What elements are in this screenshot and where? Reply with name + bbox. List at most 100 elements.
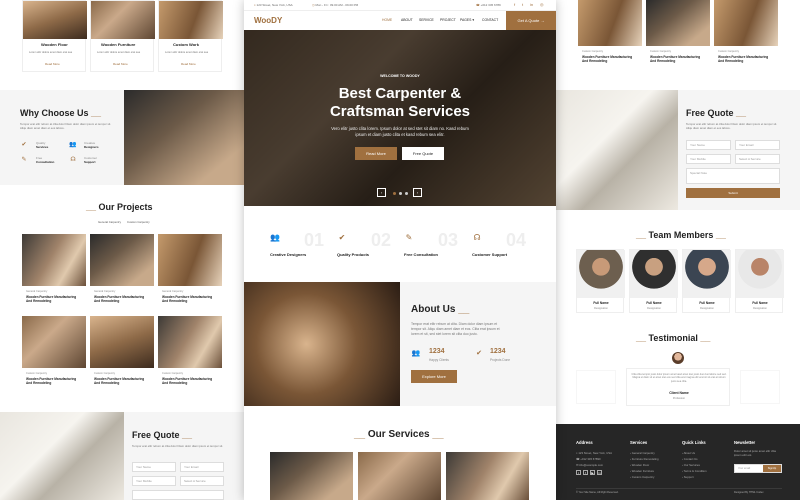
get-quote-button[interactable]: Get A Quote →	[506, 11, 556, 30]
footer-link[interactable]: › About Us	[682, 451, 695, 455]
about-text-3: lorem et sit, sed stet lorem sit clita d…	[411, 332, 478, 336]
explore-more-button[interactable]: Explore More	[411, 370, 457, 383]
project-image	[158, 316, 222, 368]
service-image	[91, 1, 155, 39]
service-card[interactable]: Wooden Floor Lorem elitr dolore amet dia…	[22, 0, 87, 72]
footer-line: ⌖ 123 Street, New York, USA	[576, 451, 612, 455]
team-card[interactable]: Full Name Designation	[629, 249, 678, 313]
client-avatar	[672, 352, 684, 364]
read-more-button[interactable]: Read More	[355, 147, 397, 160]
facebook-icon[interactable]: f	[583, 470, 588, 475]
carousel-next-button[interactable]: ›	[413, 188, 422, 197]
footer-link[interactable]: › Our Services	[682, 463, 700, 467]
free-quote-button[interactable]: Free Quote	[402, 147, 444, 160]
project-card[interactable]: General Carpentry Wooden Furniture Manuf…	[22, 234, 86, 308]
project-card[interactable]: Custom Carpentry Wooden Furniture Manufa…	[158, 316, 222, 390]
section-title: __ Team Members __	[636, 230, 726, 240]
project-category: Custom Carpentry	[162, 372, 184, 375]
feature-item: ✔ 02 Quality Products	[337, 230, 403, 270]
linkedin-icon[interactable]: in	[530, 2, 533, 7]
twitter-icon[interactable]: t	[576, 470, 581, 475]
linkedin-icon[interactable]: in	[597, 470, 602, 475]
feature-label: Creative Designers	[84, 141, 99, 149]
navbar: WooDY HOME ABOUT SERVICE PROJECT PAGES ▾…	[244, 11, 556, 30]
nav-about[interactable]: ABOUT	[401, 18, 413, 22]
footer-link[interactable]: › Contact Us	[682, 457, 698, 461]
submit-button[interactable]: Submit	[686, 188, 780, 198]
twitter-icon[interactable]: t	[522, 2, 523, 7]
nav-service[interactable]: SERVICE	[419, 18, 434, 22]
project-image	[90, 316, 154, 368]
project-card[interactable]: Custom Carpentry Wooden Furniture Manufa…	[22, 316, 86, 390]
project-category: Custom Carpentry	[582, 50, 604, 53]
footer-link[interactable]: › Custom Carpentry	[630, 475, 654, 479]
youtube-icon[interactable]: ▶	[590, 470, 595, 475]
team-card[interactable]: Full Name Designation	[735, 249, 784, 313]
footer-link[interactable]: › Wooden Furniture	[630, 469, 654, 473]
instagram-icon[interactable]: ◎	[540, 2, 544, 7]
service-select[interactable]: Select A Service	[735, 154, 780, 164]
footer-link[interactable]: › Terms & Condition	[682, 469, 707, 473]
project-card[interactable]: Custom Carpentry Wooden Furniture Manufa…	[714, 0, 778, 72]
stat-label: Happy Clients	[429, 358, 449, 362]
note-textarea[interactable]: Special Note	[686, 168, 780, 184]
read-more-link[interactable]: Read More	[113, 62, 128, 66]
email-input[interactable]: Your Email	[180, 462, 224, 472]
footer-link[interactable]: › Support	[682, 475, 694, 479]
feature-label: Quality Services	[36, 141, 49, 149]
check-icon: ✔	[476, 350, 482, 357]
footer-link[interactable]: › Wooden Floor	[630, 463, 649, 467]
name-input[interactable]: Your Name	[686, 140, 731, 150]
read-more-link[interactable]: Read More	[45, 62, 60, 66]
carousel-dot[interactable]	[393, 192, 396, 195]
project-category: General Carpentry	[94, 290, 116, 293]
project-card[interactable]: Custom Carpentry Wooden Furniture Manufa…	[90, 316, 154, 390]
feature-label: Free Consultation	[404, 252, 439, 257]
feature-label: Customer Support	[84, 156, 98, 164]
nav-contact[interactable]: CONTACT	[482, 18, 498, 22]
footer-heading: Newsletter	[734, 440, 756, 445]
project-image	[158, 234, 222, 286]
project-card[interactable]: General Carpentry Wooden Furniture Manuf…	[90, 234, 154, 308]
carousel-prev-button[interactable]: ‹	[377, 188, 386, 197]
team-card[interactable]: Full Name Designation	[682, 249, 731, 313]
project-card[interactable]: Custom Carpentry Wooden Furniture Manufa…	[578, 0, 642, 72]
nav-project[interactable]: PROJECT	[440, 18, 456, 22]
testimonial-card-faded	[740, 370, 780, 404]
site-logo[interactable]: WooDY	[254, 16, 282, 25]
signup-button[interactable]: SignUp	[763, 465, 781, 472]
filter-general[interactable]: General Carpentry	[98, 220, 121, 224]
email-input[interactable]: Your Email	[735, 140, 780, 150]
nav-home[interactable]: HOME	[382, 18, 392, 22]
about-section: About Us __ Tempor erat elitr rebum at c…	[244, 282, 556, 406]
mobile-input[interactable]: Your Mobile	[686, 154, 731, 164]
designed-by-text: Designed By HTML Codex	[734, 491, 764, 494]
facebook-icon[interactable]: f	[514, 2, 515, 7]
note-input[interactable]	[132, 490, 224, 500]
blueprint-image	[0, 412, 124, 500]
carousel-dot[interactable]	[399, 192, 402, 195]
service-card[interactable]: Custom Work Lorem elitr dolore amet diam…	[158, 0, 223, 72]
section-title: Why Choose Us __	[20, 108, 102, 118]
service-desc: Lorem elitr dolore amet diam erat sea	[165, 51, 209, 54]
section-title: About Us __	[411, 304, 470, 315]
service-card[interactable]: Wooden Furniture Lorem elitr dolore amet…	[90, 0, 155, 72]
footer-link[interactable]: › Furniture Remodeling	[630, 457, 659, 461]
read-more-link[interactable]: Read More	[181, 62, 196, 66]
project-card[interactable]: General Carpentry Wooden Furniture Manuf…	[158, 234, 222, 308]
feature-label: Creative Designers	[270, 252, 307, 257]
filter-custom[interactable]: Custom Carpentry	[127, 220, 150, 224]
name-input[interactable]: Your Name	[132, 462, 176, 472]
mobile-input[interactable]: Your Mobile	[132, 476, 176, 486]
footer-link[interactable]: › General Carpentry	[630, 451, 655, 455]
service-select[interactable]: Select A Service	[180, 476, 224, 486]
project-title: Wooden Furniture Manufacturing And Remode…	[718, 55, 769, 64]
phone-text: ☎ +012 345 6789	[476, 3, 501, 7]
carousel-dot[interactable]	[405, 192, 408, 195]
project-card[interactable]: Custom Carpentry Wooden Furniture Manufa…	[646, 0, 710, 72]
nav-pages[interactable]: PAGES ▾	[460, 18, 474, 22]
testimonial-text: Clita clita tempor justo dolor ipsum ame…	[631, 373, 727, 383]
feature-item: 👥 01 Creative Designers	[270, 230, 336, 270]
team-photo	[736, 250, 784, 298]
team-card[interactable]: Full Name Designation	[576, 249, 625, 313]
